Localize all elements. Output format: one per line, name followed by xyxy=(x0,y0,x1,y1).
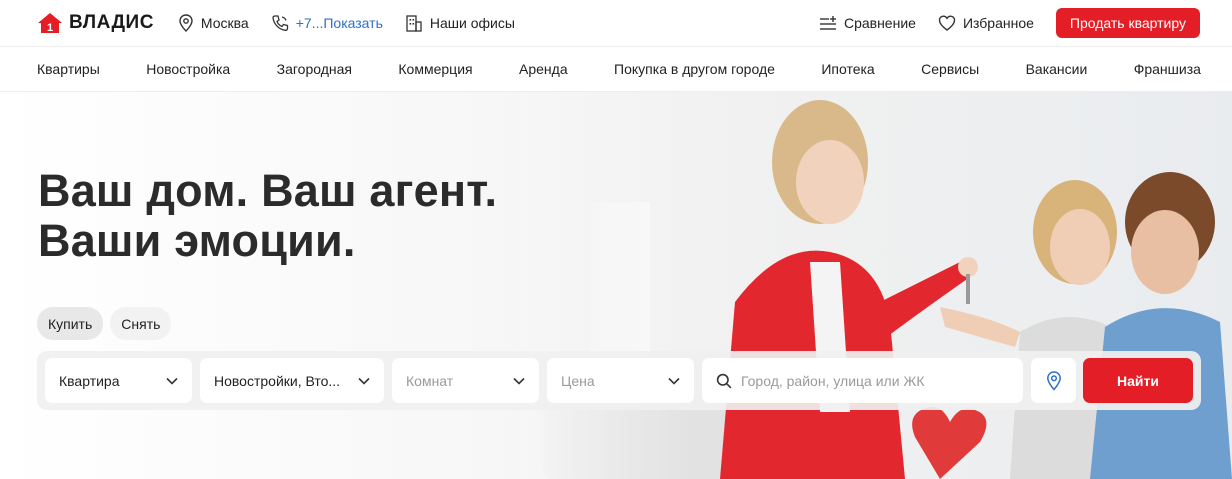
favorites-link[interactable]: Избранное xyxy=(938,15,1034,31)
svg-text:1: 1 xyxy=(47,22,53,34)
deal-type-tabs: Купить Снять xyxy=(37,307,172,340)
offices-label: Наши офисы xyxy=(429,15,515,31)
heart-icon xyxy=(938,15,956,31)
top-bar: 1 ВЛАДИС Москва +7...Показать Наши офисы… xyxy=(0,0,1232,46)
phone-text: +7...Показать xyxy=(295,15,383,31)
search-input[interactable]: Город, район, улица или ЖК xyxy=(702,358,1023,403)
headline-line-1: Ваш дом. Ваш агент. xyxy=(38,165,498,216)
nav-item-rent[interactable]: Аренда xyxy=(519,61,568,77)
tab-rent[interactable]: Снять xyxy=(110,307,172,340)
property-type-select[interactable]: Квартира xyxy=(45,358,192,403)
price-placeholder: Цена xyxy=(561,372,595,389)
map-location-button[interactable] xyxy=(1031,358,1076,403)
nav-item-commercial[interactable]: Коммерция xyxy=(398,61,472,77)
building-icon xyxy=(406,15,422,32)
rooms-placeholder: Комнат xyxy=(406,372,454,389)
hero-banner: Ваш дом. Ваш агент. Ваши эмоции. Купить … xyxy=(0,92,1232,479)
search-placeholder: Город, район, улица или ЖК xyxy=(741,372,925,389)
logo[interactable]: 1 ВЛАДИС xyxy=(37,12,154,34)
offices-link[interactable]: Наши офисы xyxy=(405,14,515,32)
chevron-down-icon xyxy=(166,377,178,385)
nav-item-apartments[interactable]: Квартиры xyxy=(37,61,100,77)
chevron-down-icon xyxy=(513,377,525,385)
hero-photo xyxy=(520,92,1232,479)
nav-item-franchise[interactable]: Франшиза xyxy=(1134,61,1201,77)
hero-headline: Ваш дом. Ваш агент. Ваши эмоции. xyxy=(38,166,497,266)
sell-apartment-button[interactable]: Продать квартиру xyxy=(1055,8,1200,38)
location-pin-icon xyxy=(1046,370,1061,391)
market-value: Новостройки, Вто... xyxy=(214,372,341,389)
location-pin-icon xyxy=(179,14,193,32)
city-selector[interactable]: Москва xyxy=(178,14,249,32)
rooms-select[interactable]: Комнат xyxy=(392,358,539,403)
search-panel: Квартира Новостройки, Вто... Комнат Цена… xyxy=(37,351,1201,410)
market-select[interactable]: Новостройки, Вто... xyxy=(200,358,384,403)
nav-item-country[interactable]: Загородная xyxy=(277,61,352,77)
price-select[interactable]: Цена xyxy=(547,358,694,403)
logo-text: ВЛАДИС xyxy=(69,12,154,33)
compare-label: Сравнение xyxy=(843,15,916,31)
city-label: Москва xyxy=(200,15,249,31)
compare-link[interactable]: Сравнение xyxy=(819,15,916,31)
phone-icon xyxy=(272,15,288,31)
nav-item-mortgage[interactable]: Ипотека xyxy=(821,61,874,77)
nav-item-services[interactable]: Сервисы xyxy=(921,61,979,77)
chevron-down-icon xyxy=(358,377,370,385)
chevron-down-icon xyxy=(668,377,680,385)
logo-house-icon: 1 xyxy=(38,13,62,34)
nav-item-vacancies[interactable]: Вакансии xyxy=(1026,61,1088,77)
compare-list-icon xyxy=(819,16,836,30)
nav-item-other-city[interactable]: Покупка в другом городе xyxy=(614,61,775,77)
phone-reveal[interactable]: +7...Показать xyxy=(271,14,383,32)
nav-item-new-buildings[interactable]: Новостройка xyxy=(146,61,230,77)
main-nav: Квартиры Новостройка Загородная Коммерци… xyxy=(0,46,1232,92)
headline-line-2: Ваши эмоции. xyxy=(38,215,356,266)
favorites-label: Избранное xyxy=(962,15,1034,31)
find-button[interactable]: Найти xyxy=(1083,358,1193,403)
search-icon xyxy=(716,373,732,388)
property-type-value: Квартира xyxy=(59,372,120,389)
tab-buy[interactable]: Купить xyxy=(37,307,104,340)
